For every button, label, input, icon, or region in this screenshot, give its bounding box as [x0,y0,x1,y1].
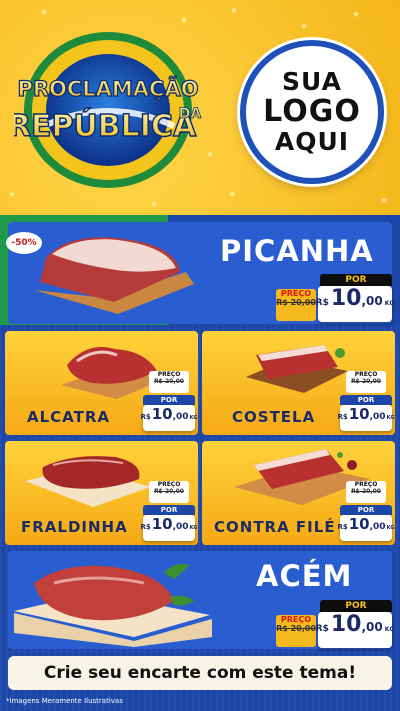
star-icon: ★ [352,10,361,20]
proclamacao-republica-emblem: PROCLAMAÇÃO REPÚBLICA DA [14,32,202,188]
product-card-fraldinha[interactable]: FRALDINHA PREÇO R$ 20,00 POR R$ 10 ,00 K… [5,441,198,545]
por-label: POR [320,600,392,612]
star-icon: ★ [228,190,237,200]
old-price: R$ 20,00 [351,488,381,495]
currency: R$ [140,413,151,421]
currency: R$ [315,298,329,308]
current-price: R$ 10 ,00 KG [140,405,198,431]
star-icon: ★ [180,16,189,26]
price-int: 10 [348,515,370,533]
old-price: R$ 20,00 [276,624,316,633]
old-price: R$ 20,00 [154,378,184,385]
price-unit: KG [384,626,395,633]
price-int: 10 [330,612,362,637]
flyer-page: ★ ★ ★ ★ ★ ★ ★ ★ ★ ★ PROCLAMAÇÃO REPÚBLIC… [0,0,400,711]
price-int: 10 [151,405,173,423]
picanha-image [34,237,194,314]
current-price: R$ 10 ,00 KG [337,515,395,541]
current-price: R$ 10 ,00 KG [315,286,395,322]
logo-placeholder-line: AQUI [274,127,350,156]
preco-label: PREÇO [354,371,378,378]
product-name: CONTRA FILÉ [214,518,336,536]
price-tag-acem: POR PREÇO R$ 20,00 R$ 10 ,00 KG [276,600,395,648]
price-int: 10 [330,286,362,311]
price-dec: ,00 [361,620,383,634]
price-dec: ,00 [172,412,189,422]
current-price: R$ 10 ,00 KG [337,405,395,431]
emblem-title-line1: PROCLAMAÇÃO [17,76,198,101]
product-name: PICANHA [220,234,374,268]
price-unit: KG [189,525,198,531]
star-icon: ★ [300,22,309,32]
footnote: *Imagens Meramente Ilustrativas [6,697,123,705]
acem-image [14,564,212,647]
price-dec: ,00 [361,294,383,308]
product-card-costela[interactable]: COSTELA PREÇO R$ 20,00 POR R$ 10 ,00 KG [202,331,395,435]
price-tag-costela: PREÇO R$ 20,00 POR R$ 10 ,00 KG [337,371,395,433]
price-int: 10 [151,515,173,533]
preco-label: PREÇO [280,615,312,624]
emblem-title-da: DA [179,106,202,122]
preco-label: PREÇO [157,481,181,488]
preco-label: PREÇO [354,481,378,488]
logo-placeholder-line: SUA [282,67,342,96]
price-dec: ,00 [172,522,189,532]
currency: R$ [337,413,348,421]
old-price-box: PREÇO R$ 20,00 [276,615,316,647]
por-label: POR [143,395,195,405]
por-label: POR [143,505,195,515]
star-icon: ★ [380,196,389,206]
old-price: R$ 20,00 [351,378,381,385]
old-price-box: PREÇO R$ 20,00 [276,289,316,321]
price-tag-picanha: POR PREÇO R$ 20,00 R$ 10 ,00 KG [276,274,395,322]
current-price: R$ 10 ,00 KG [140,515,198,541]
por-label: POR [340,395,392,405]
por-label: POR [320,274,392,286]
star-icon: ★ [206,150,215,160]
old-price-box: PREÇO R$ 20,00 [149,371,189,393]
old-price-box: PREÇO R$ 20,00 [149,481,189,503]
costela-image [246,345,348,393]
price-int: 10 [348,405,370,423]
preco-label: PREÇO [280,289,312,298]
currency: R$ [337,523,348,531]
star-icon: ★ [230,6,239,16]
currency: R$ [315,624,329,634]
product-name: ALCATRA [27,408,111,426]
emblem-title-line2: REPÚBLICA [14,107,197,144]
old-price: R$ 20,00 [154,488,184,495]
current-price: R$ 10 ,00 KG [315,612,395,648]
star-icon: ★ [40,8,49,18]
discount-badge: -50% [6,232,42,254]
price-unit: KG [386,415,395,421]
star-icon: ★ [150,200,159,210]
old-price: R$ 20,00 [276,298,316,307]
preco-label: PREÇO [157,371,181,378]
logo-placeholder[interactable]: SUA LOGO AQUI [240,40,384,184]
por-label: POR [340,505,392,515]
price-dec: ,00 [369,412,386,422]
price-tag-alcatra: PREÇO R$ 20,00 POR R$ 10 ,00 KG [140,371,198,433]
currency: R$ [140,523,151,531]
product-card-contra-file[interactable]: CONTRA FILÉ PREÇO R$ 20,00 POR R$ 10 ,00… [202,441,395,545]
old-price-box: PREÇO R$ 20,00 [346,371,386,393]
price-tag-fraldinha: PREÇO R$ 20,00 POR R$ 10 ,00 KG [140,481,198,543]
product-name: FRALDINHA [21,518,128,536]
fraldinha-image [25,456,151,507]
product-name: ACÉM [256,559,353,593]
price-dec: ,00 [369,522,386,532]
price-tag-contra-file: PREÇO R$ 20,00 POR R$ 10 ,00 KG [337,481,395,543]
product-card-alcatra[interactable]: ALCATRA PREÇO R$ 20,00 POR R$ 10 ,00 KG [5,331,198,435]
price-unit: KG [386,525,395,531]
product-name: COSTELA [232,408,316,426]
price-unit: KG [189,415,198,421]
old-price-box: PREÇO R$ 20,00 [346,481,386,503]
logo-placeholder-line: LOGO [263,94,361,129]
cta-banner[interactable]: Crie seu encarte com este tema! [8,656,392,690]
price-unit: KG [384,300,395,307]
